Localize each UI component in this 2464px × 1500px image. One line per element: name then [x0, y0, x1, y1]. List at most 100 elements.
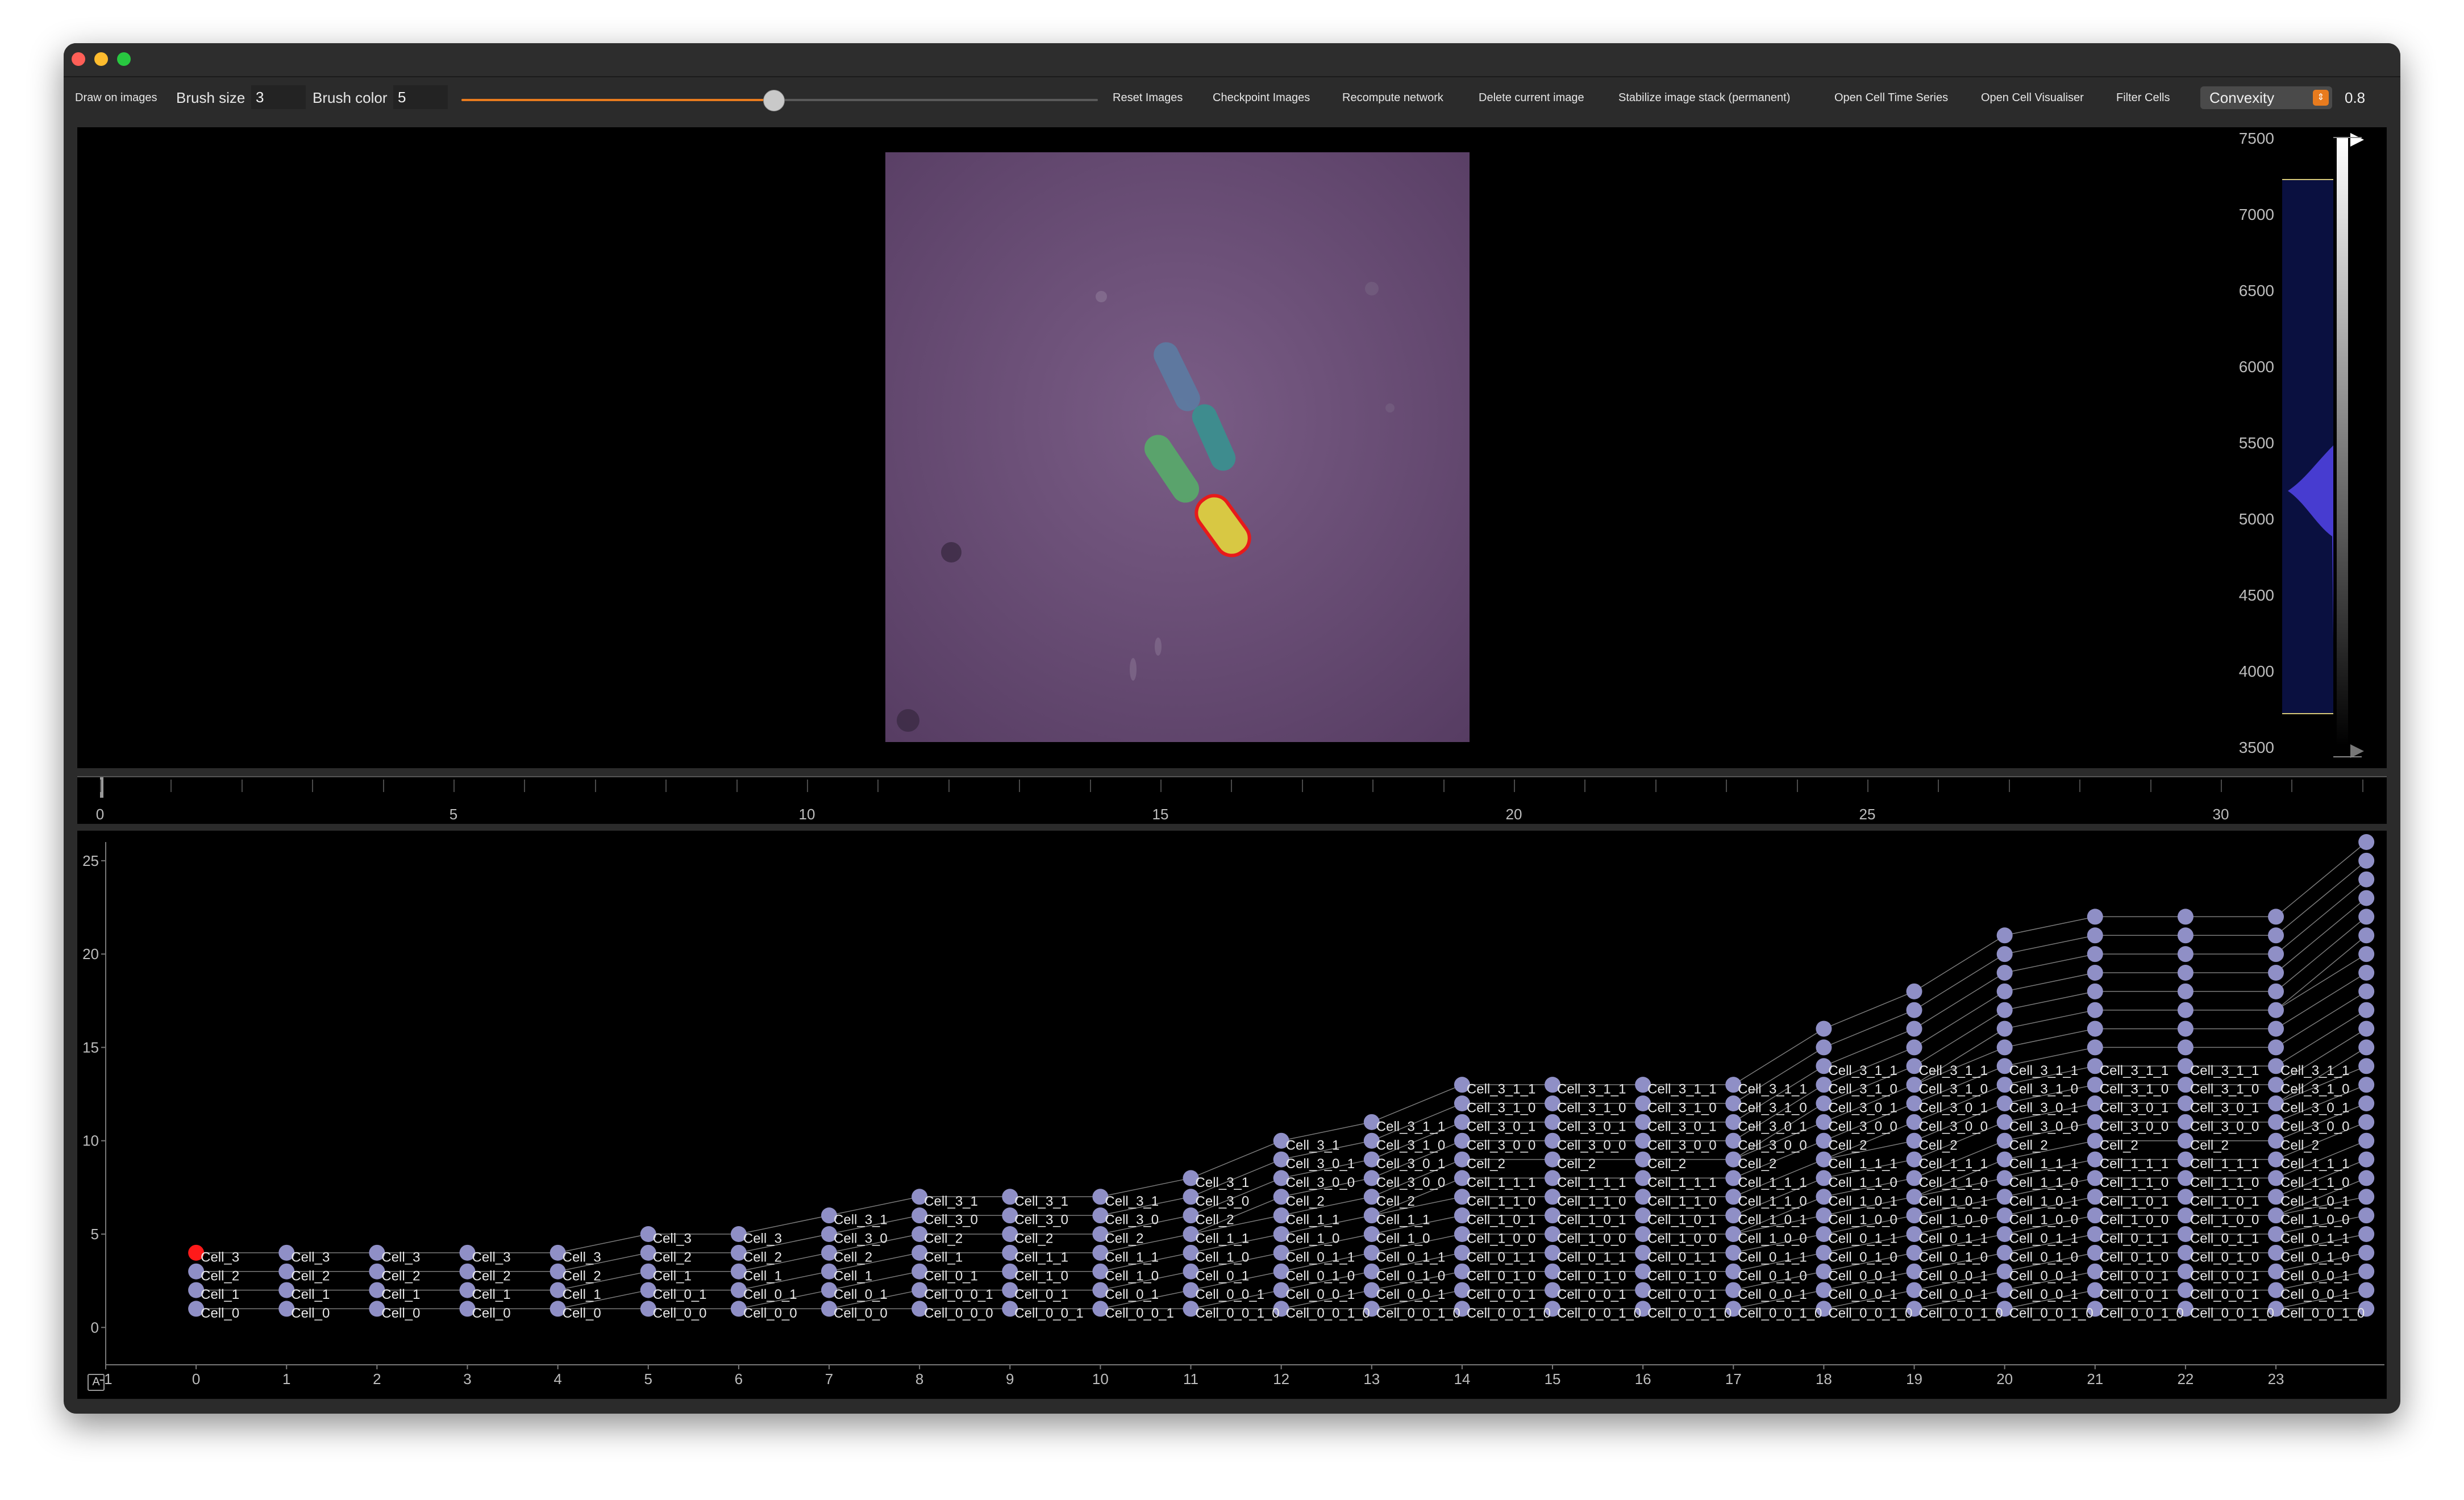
open-cell-time-series-button[interactable]: Open Cell Time Series: [1834, 77, 1948, 118]
lineage-edge: [2275, 1010, 2367, 1066]
cell-label: Cell_0_1_0: [2190, 1249, 2259, 1265]
timeline-mark: [807, 780, 808, 792]
cell-label: Cell_1_1_0: [2100, 1175, 2169, 1190]
lineage-edge: [1371, 1084, 1463, 1123]
cell-label: Cell_0_0_1: [2009, 1268, 2078, 1284]
cell-label: Cell_2: [1105, 1231, 1143, 1247]
cell-label: Cell_0: [563, 1306, 601, 1321]
lineage-graph-plot[interactable]: 0510152025-1 0 1 2 3 4 5 6 7 8 9 10 11 12 13 14 15 16 17 18…: [77, 831, 2387, 1399]
cell-label: Cell_0_0_1: [2280, 1287, 2349, 1302]
cell-label: Cell_3_1_1: [2009, 1063, 2078, 1078]
minimize-window-button[interactable]: [94, 52, 108, 66]
recompute-network-button[interactable]: Recompute network: [1342, 77, 1443, 118]
lineage-edge: [2275, 953, 2367, 1011]
cell-label: Cell_0_1: [1196, 1268, 1250, 1284]
cell-label: Cell_1_1: [1376, 1212, 1430, 1228]
y-tick-label: 15: [82, 1039, 99, 1056]
cell-node: [2177, 983, 2194, 999]
histogram-tick: 5000: [2238, 510, 2274, 528]
cell-label: Cell_2: [1467, 1156, 1505, 1172]
cell-label: Cell_3_0_0: [2100, 1119, 2169, 1134]
filter-cells-button[interactable]: Filter Cells: [2116, 77, 2170, 118]
cell-label: Cell_2: [743, 1249, 782, 1265]
cell-label: Cell_0_1_1: [2009, 1231, 2078, 1247]
cell-label: Cell_3_0_1: [1738, 1119, 1807, 1134]
cell-label: Cell_1_0_1: [2100, 1194, 2169, 1209]
lineage-edge: [2275, 897, 2367, 973]
lineage-edge: [1914, 953, 2005, 1011]
brush-size-input[interactable]: 3: [251, 85, 306, 109]
reset-images-button[interactable]: Reset Images: [1113, 77, 1183, 118]
lineage-edge: [2275, 991, 2367, 1048]
cell-node: [2358, 1095, 2375, 1111]
cell-label: Cell_0: [291, 1306, 330, 1321]
open-cell-visualiser-button[interactable]: Open Cell Visualiser: [1981, 77, 2084, 118]
lineage-edge: [2275, 841, 2367, 918]
image-view[interactable]: 7500 7000 6500 6000 5500 5000 4500 4000 …: [77, 127, 2387, 768]
microscopy-image[interactable]: [885, 152, 1470, 742]
cell-node: [1996, 927, 2013, 944]
timeline-mark: [1655, 780, 1656, 792]
lineage-edge: [1914, 972, 2005, 1030]
cell-node: [2268, 927, 2284, 944]
lut-min-handle-icon[interactable]: [2350, 744, 2364, 758]
delete-current-image-button[interactable]: Delete current image: [1479, 77, 1584, 118]
cell-label: Cell_0_1_0: [1467, 1268, 1535, 1284]
lineage-edge: [1914, 935, 2005, 992]
lineage-graph[interactable]: 0 5 10 15 20 25 -1 0 1 2 3 4 5 6 7 8 9 10 11 12 13 14 15 16 17 18…: [77, 831, 2387, 1399]
lineage-edge: [1824, 991, 1914, 1030]
metric-value[interactable]: 0.8: [2345, 86, 2365, 109]
auto-range-button[interactable]: A: [88, 1374, 105, 1391]
cell-label: Cell_0_0_1_0: [2280, 1306, 2365, 1321]
timeline-mark: [736, 780, 738, 792]
cell-node: [2087, 946, 2103, 963]
cell-node: [1906, 1039, 1922, 1056]
histogram-tick: 4500: [2238, 586, 2274, 604]
frame-timeline[interactable]: 0 5 10 15 20 25 30: [77, 776, 2387, 824]
draw-on-images-button[interactable]: Draw on images: [75, 77, 157, 118]
cell-label: Cell_1_1: [1196, 1231, 1250, 1247]
cell-node: [2358, 1226, 2375, 1242]
checkpoint-images-button[interactable]: Checkpoint Images: [1213, 77, 1310, 118]
cell-label: Cell_3_1_0: [1919, 1082, 1988, 1097]
histogram-lut[interactable]: [2282, 127, 2387, 768]
cell-label: Cell_0_1_0: [2100, 1249, 2169, 1265]
microscopy-overlay: [885, 152, 1470, 742]
lineage-edge: [2004, 1009, 2095, 1030]
cell-node: [1996, 1002, 2013, 1018]
cell-node: [2087, 983, 2103, 999]
brush-color-input[interactable]: 5: [393, 85, 448, 109]
cell-label: Cell_0_0_1: [1647, 1287, 1716, 1302]
cell-node: [2358, 1020, 2375, 1037]
cell-label: Cell_3: [653, 1231, 692, 1247]
cell-label: Cell_2: [1014, 1231, 1053, 1247]
cell-node: [2358, 1002, 2375, 1018]
cell-label: Cell_2: [1738, 1156, 1776, 1172]
metric-select[interactable]: Convexity ⇕: [2200, 86, 2332, 109]
cell-label: Cell_3_0_0: [1828, 1119, 1897, 1134]
lut-max-handle-icon[interactable]: [2350, 133, 2364, 147]
cell-label: Cell_0_0_1_0: [1919, 1306, 2003, 1321]
slider-handle[interactable]: [763, 90, 785, 111]
cell-label: Cell_3_0_1: [1286, 1156, 1355, 1172]
cell-label: Cell_0_0_1: [1919, 1287, 1988, 1302]
cell-label: Cell_0_0_1: [1286, 1287, 1355, 1302]
cell-label: Cell_2: [1919, 1138, 1958, 1153]
cell-label: Cell_3_0: [834, 1231, 888, 1247]
timeline-mark: [1584, 780, 1586, 792]
close-window-button[interactable]: [72, 52, 85, 66]
timeline-mark: [1231, 780, 1233, 792]
cell-label: Cell_0_0_1: [2100, 1287, 2169, 1302]
cell-node: [1906, 1020, 1922, 1037]
cell-label: Cell_0_1_1: [1738, 1249, 1807, 1265]
cell-node: [2358, 1132, 2375, 1149]
timeline-mark: [1301, 780, 1303, 792]
zoom-window-button[interactable]: [117, 52, 131, 66]
cell-label: Cell_3_0: [924, 1212, 978, 1228]
histogram-widget[interactable]: 7500 7000 6500 6000 5500 5000 4500 4000 …: [2239, 127, 2387, 768]
lineage-edge: [2004, 935, 2095, 955]
stabilize-image-stack-button[interactable]: Stabilize image stack (permanent): [1618, 77, 1790, 118]
slider-fill: [461, 99, 773, 101]
frame-slider[interactable]: [461, 90, 1098, 111]
cell-node: [1996, 965, 2013, 981]
